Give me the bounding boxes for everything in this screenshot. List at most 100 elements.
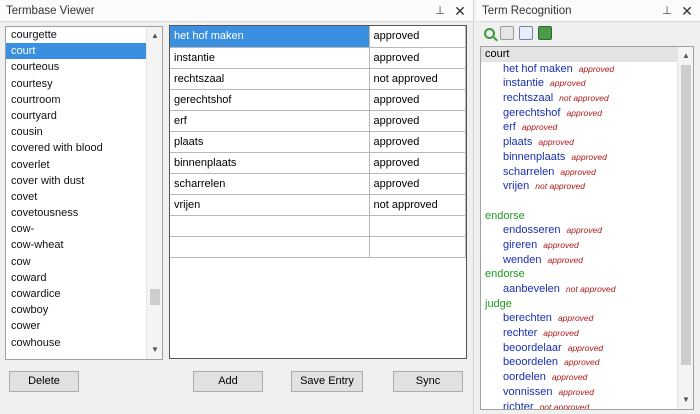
translation-row[interactable] bbox=[170, 236, 466, 258]
word-list-item[interactable]: cover with dust bbox=[6, 173, 147, 189]
tree-translation-item[interactable]: instantie approved bbox=[481, 76, 678, 91]
translation-status-cell[interactable]: not approved bbox=[369, 194, 466, 216]
translation-row[interactable]: scharrelen approved bbox=[170, 173, 466, 195]
translation-term-cell[interactable]: instantie bbox=[170, 47, 370, 69]
tree-translation-item[interactable]: gerechtshof approved bbox=[481, 106, 678, 121]
tree-translation-item[interactable]: plaats approved bbox=[481, 135, 678, 150]
word-list-item[interactable]: cowardice bbox=[6, 286, 147, 302]
tree-source-term[interactable]: endorse bbox=[481, 267, 678, 282]
word-list-item[interactable]: courtesy bbox=[6, 76, 147, 92]
word-list-item[interactable]: court bbox=[6, 43, 147, 60]
translation-row[interactable]: gerechtshof approved bbox=[170, 89, 466, 111]
filter-icon[interactable] bbox=[519, 26, 533, 40]
translation-term-cell[interactable]: plaats bbox=[170, 131, 370, 153]
translation-term-cell[interactable]: rechtszaal bbox=[170, 68, 370, 90]
word-list-item[interactable]: covet bbox=[6, 189, 147, 205]
add-button[interactable]: Add bbox=[193, 371, 263, 392]
translation-term-cell[interactable]: erf bbox=[170, 110, 370, 132]
word-list-item[interactable]: coverlet bbox=[6, 157, 147, 173]
translation-row[interactable]: instantie approved bbox=[170, 47, 466, 69]
translation-status-cell[interactable]: approved bbox=[369, 152, 466, 174]
tree-source-term[interactable]: endorse bbox=[481, 209, 678, 224]
word-list-item[interactable]: cow bbox=[6, 254, 147, 270]
word-list-item[interactable]: cowboy bbox=[6, 302, 147, 318]
translation-term-cell[interactable] bbox=[170, 236, 370, 258]
scroll-thumb[interactable] bbox=[150, 289, 160, 305]
scroll-down-icon[interactable]: ▼ bbox=[147, 343, 162, 357]
translation-status-cell[interactable]: not approved bbox=[369, 68, 466, 90]
translation-term-cell[interactable]: vrijen bbox=[170, 194, 370, 216]
tree-translation-item[interactable]: vrijen not approved bbox=[481, 179, 678, 194]
search-icon[interactable] bbox=[484, 27, 495, 39]
tree-translation-item[interactable]: erf approved bbox=[481, 120, 678, 135]
tree-translation-item[interactable]: berechten approved bbox=[481, 311, 678, 326]
tree-translation-item[interactable]: vonnissen approved bbox=[481, 385, 678, 400]
tree-translation-item[interactable]: rechtszaal not approved bbox=[481, 91, 678, 106]
scroll-up-icon[interactable]: ▲ bbox=[147, 29, 162, 43]
translation-row[interactable] bbox=[170, 215, 466, 237]
sync-button[interactable]: Sync bbox=[393, 371, 463, 392]
tree-translation-item[interactable]: scharrelen approved bbox=[481, 165, 678, 180]
translation-row[interactable]: vrijen not approved bbox=[170, 194, 466, 216]
translation-status-cell[interactable] bbox=[369, 236, 466, 258]
scroll-down-icon[interactable]: ▼ bbox=[678, 393, 693, 407]
word-list-item[interactable]: cousin bbox=[6, 124, 147, 140]
tree-translation-item[interactable]: binnenplaats approved bbox=[481, 150, 678, 165]
word-list-item[interactable]: cow-wheat bbox=[6, 237, 147, 253]
export-icon[interactable] bbox=[538, 26, 552, 40]
tree-translation-item[interactable]: beoordelaar approved bbox=[481, 341, 678, 356]
tree-translation-item[interactable]: gireren approved bbox=[481, 238, 678, 253]
tree-translation-item[interactable]: richter not approved bbox=[481, 400, 678, 410]
tree-translation-item[interactable]: wenden approved bbox=[481, 253, 678, 268]
translation-status-cell[interactable] bbox=[369, 215, 466, 237]
close-icon[interactable]: ✕ bbox=[453, 4, 467, 18]
term-recognition-tree[interactable]: court het hof maken approved instantie appro… bbox=[480, 46, 694, 410]
tree-translation-item[interactable]: oordelen approved bbox=[481, 370, 678, 385]
pin-icon[interactable]: ⊥ bbox=[660, 4, 674, 17]
translation-grid[interactable]: het hof maken approved instantie approved re… bbox=[169, 25, 467, 359]
translation-row[interactable]: rechtszaal not approved bbox=[170, 68, 466, 90]
translation-row[interactable]: plaats approved bbox=[170, 131, 466, 153]
word-list-item[interactable]: courgette bbox=[6, 27, 147, 43]
word-list-item[interactable]: cower bbox=[6, 318, 147, 334]
word-list-item[interactable]: covered with blood bbox=[6, 140, 147, 156]
tree-translation-item[interactable]: beoordelen approved bbox=[481, 355, 678, 370]
translation-status-cell[interactable]: approved bbox=[369, 26, 466, 48]
close-icon[interactable]: ✕ bbox=[680, 4, 694, 18]
refresh-icon[interactable] bbox=[500, 26, 514, 40]
translation-term-cell[interactable] bbox=[170, 215, 370, 237]
translation-term-cell[interactable]: het hof maken bbox=[170, 26, 370, 48]
tree-translation-item[interactable]: het hof maken approved bbox=[481, 62, 678, 77]
word-list-item[interactable]: covetousness bbox=[6, 205, 147, 221]
tree-source-term[interactable]: court bbox=[481, 47, 678, 62]
pin-icon[interactable]: ⊥ bbox=[433, 4, 447, 17]
translation-status-cell[interactable]: approved bbox=[369, 131, 466, 153]
translation-status-cell[interactable]: approved bbox=[369, 110, 466, 132]
scroll-thumb[interactable] bbox=[681, 65, 691, 365]
translation-term-cell[interactable]: binnenplaats bbox=[170, 152, 370, 174]
word-list-item[interactable]: cow- bbox=[6, 221, 147, 237]
tree-translation-item[interactable]: rechter approved bbox=[481, 326, 678, 341]
translation-term-cell[interactable]: gerechtshof bbox=[170, 89, 370, 111]
translation-row[interactable]: binnenplaats approved bbox=[170, 152, 466, 174]
delete-button[interactable]: Delete bbox=[9, 371, 79, 392]
translation-row[interactable]: erf approved bbox=[170, 110, 466, 132]
tree-translation-item[interactable]: aanbevelen not approved bbox=[481, 282, 678, 297]
word-list-item[interactable]: courteous bbox=[6, 59, 147, 75]
word-list-item[interactable]: coward bbox=[6, 270, 147, 286]
word-list[interactable]: courgette court courteous courtesy courtroom… bbox=[5, 26, 163, 360]
word-list-item[interactable]: cowhouse bbox=[6, 335, 147, 351]
tree-source-term[interactable]: judge bbox=[481, 297, 678, 312]
translation-term-cell[interactable]: scharrelen bbox=[170, 173, 370, 195]
translation-status-cell[interactable]: approved bbox=[369, 47, 466, 69]
save-entry-button[interactable]: Save Entry bbox=[291, 371, 363, 392]
translation-row[interactable]: het hof maken approved bbox=[170, 26, 466, 48]
scroll-up-icon[interactable]: ▲ bbox=[678, 49, 693, 63]
word-list-item[interactable]: courtroom bbox=[6, 92, 147, 108]
translation-status-cell[interactable]: approved bbox=[369, 89, 466, 111]
term-tree-scrollbar[interactable]: ▲ ▼ bbox=[677, 47, 693, 409]
word-list-scrollbar[interactable]: ▲ ▼ bbox=[146, 27, 162, 359]
tree-translation-item[interactable]: endosseren approved bbox=[481, 223, 678, 238]
translation-status-cell[interactable]: approved bbox=[369, 173, 466, 195]
word-list-item[interactable]: courtyard bbox=[6, 108, 147, 124]
